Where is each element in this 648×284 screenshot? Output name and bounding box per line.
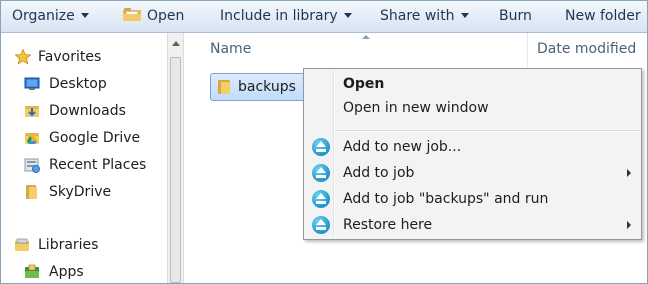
nav-item-label: Apps	[49, 264, 84, 280]
nav-item-apps[interactable]: Apps	[0, 260, 167, 284]
recent-places-icon	[24, 158, 40, 173]
nav-item-label: Recent Places	[49, 157, 147, 173]
submenu-arrow-icon	[627, 169, 631, 177]
nav-item-label: Google Drive	[49, 130, 141, 146]
column-header-date-modified[interactable]: Date modified	[537, 41, 636, 57]
folder-icon	[218, 80, 230, 94]
column-divider[interactable]	[527, 33, 528, 67]
share-with-button[interactable]: Share with	[380, 6, 469, 26]
eject-icon	[312, 138, 330, 156]
burn-button[interactable]: Burn	[499, 6, 532, 26]
nav-item-desktop[interactable]: Desktop	[0, 72, 167, 96]
file-row-backups[interactable]: backups	[210, 73, 316, 101]
eject-icon	[312, 190, 330, 208]
open-folder-icon	[123, 8, 141, 21]
share-with-label: Share with	[380, 8, 455, 24]
skydrive-folder-icon	[26, 185, 37, 199]
navigation-pane: Favorites Desktop Downloads Google Drive	[0, 33, 167, 284]
menu-item-add-to-job-backups-and-run[interactable]: Add to job "backups" and run	[306, 187, 639, 211]
menu-item-add-to-job[interactable]: Add to job	[306, 161, 639, 185]
burn-label: Burn	[499, 8, 532, 24]
nav-item-label: Downloads	[49, 103, 126, 119]
include-in-library-label: Include in library	[220, 8, 338, 24]
menu-item-label: Add to job	[343, 165, 415, 181]
star-icon	[15, 49, 31, 65]
navigation-scrollbar[interactable]	[167, 33, 184, 284]
menu-item-open[interactable]: Open	[306, 72, 639, 96]
menu-item-add-to-new-job[interactable]: Add to new job...	[306, 135, 639, 159]
nav-favorites[interactable]: Favorites	[0, 45, 167, 69]
organize-button[interactable]: Organize	[12, 6, 89, 26]
menu-item-label: Open	[343, 76, 385, 92]
nav-libraries-label: Libraries	[38, 237, 99, 253]
context-menu: Open Open in new window Add to new job..…	[303, 68, 642, 240]
apps-library-icon	[25, 264, 39, 278]
scroll-up-arrow-icon[interactable]	[172, 41, 180, 46]
open-label: Open	[147, 8, 185, 24]
nav-item-recent-places[interactable]: Recent Places	[0, 153, 167, 177]
include-in-library-button[interactable]: Include in library	[220, 6, 352, 26]
menu-item-restore-here[interactable]: Restore here	[306, 213, 639, 237]
sort-ascending-icon	[362, 35, 370, 39]
menu-item-label: Restore here	[343, 217, 433, 233]
organize-label: Organize	[12, 8, 75, 24]
nav-item-downloads[interactable]: Downloads	[0, 99, 167, 123]
desktop-icon	[24, 77, 40, 90]
nav-item-label: SkyDrive	[49, 184, 112, 200]
command-bar: Organize Open Include in library Share w…	[0, 0, 648, 33]
eject-icon	[312, 216, 330, 234]
file-row-label: backups	[238, 79, 296, 95]
column-header-name[interactable]: Name	[210, 41, 251, 57]
eject-icon	[312, 164, 330, 182]
nav-favorites-label: Favorites	[38, 49, 102, 65]
menu-item-open-in-new-window[interactable]: Open in new window	[306, 96, 639, 120]
open-button[interactable]: Open	[123, 6, 184, 26]
nav-item-label: Desktop	[49, 76, 107, 92]
chevron-down-icon	[460, 13, 469, 18]
menu-item-label: Add to job "backups" and run	[343, 191, 549, 207]
libraries-icon	[15, 238, 29, 251]
scrollbar-thumb[interactable]	[170, 57, 181, 283]
menu-separator	[337, 130, 639, 132]
nav-item-skydrive[interactable]: SkyDrive	[0, 180, 167, 204]
menu-item-label: Add to new job...	[343, 139, 462, 155]
chevron-down-icon	[343, 13, 352, 18]
chevron-down-icon	[80, 13, 89, 18]
google-drive-folder-icon	[25, 133, 39, 144]
nav-item-google-drive[interactable]: Google Drive	[0, 126, 167, 150]
downloads-folder-icon	[25, 106, 39, 117]
new-folder-button[interactable]: New folder	[565, 6, 641, 26]
nav-libraries[interactable]: Libraries	[0, 233, 167, 257]
new-folder-label: New folder	[565, 8, 641, 24]
submenu-arrow-icon	[627, 221, 631, 229]
menu-item-label: Open in new window	[343, 100, 489, 116]
